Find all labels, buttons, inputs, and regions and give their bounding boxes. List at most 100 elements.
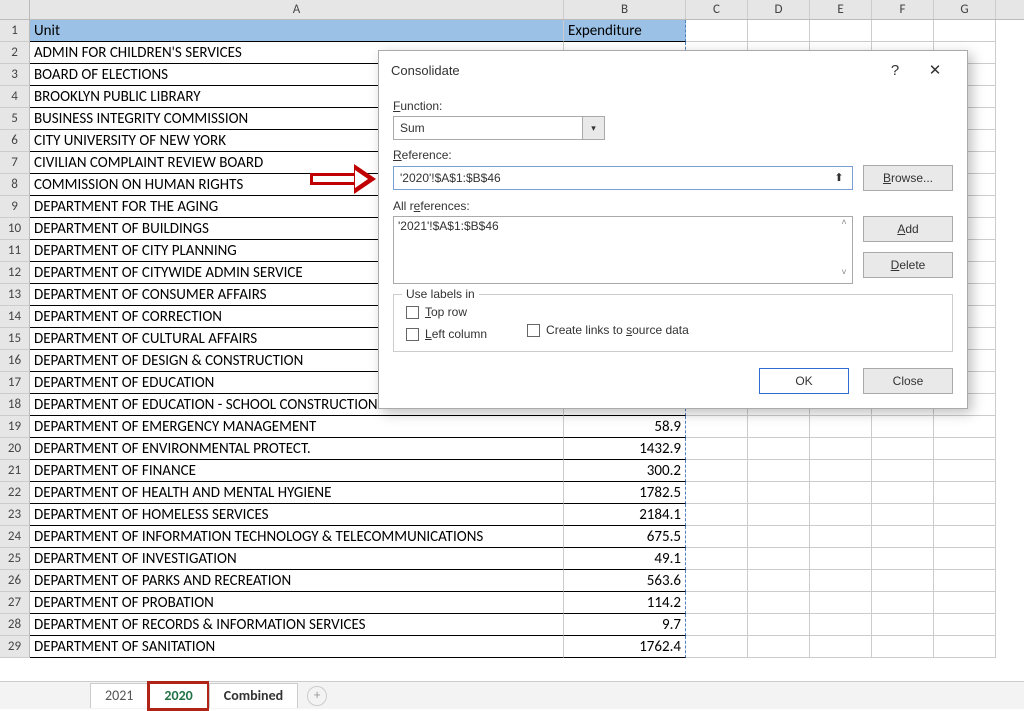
cell-empty[interactable]: [810, 482, 872, 504]
cell-empty[interactable]: [810, 438, 872, 460]
row-header[interactable]: 6: [0, 130, 30, 152]
reference-input[interactable]: '2020'!$A$1:$B$46 ⬆: [393, 166, 853, 190]
cell-empty[interactable]: [872, 504, 934, 526]
cell-expenditure[interactable]: 300.2: [564, 460, 686, 482]
cell-unit[interactable]: DEPARTMENT OF ENVIRONMENTAL PROTECT.: [30, 438, 564, 460]
cell-empty[interactable]: [686, 20, 748, 42]
cell-expenditure[interactable]: 1762.4: [564, 636, 686, 658]
collapse-dialog-icon[interactable]: ⬆: [832, 171, 846, 185]
row-header[interactable]: 10: [0, 218, 30, 240]
cell-empty[interactable]: [810, 636, 872, 658]
cell-empty[interactable]: [872, 526, 934, 548]
function-dropdown-button[interactable]: ▾: [583, 116, 605, 140]
cell-empty[interactable]: [748, 438, 810, 460]
cell-expenditure[interactable]: 2184.1: [564, 504, 686, 526]
cell-empty[interactable]: [872, 438, 934, 460]
column-header-g[interactable]: G: [934, 0, 996, 19]
cell-empty[interactable]: [748, 570, 810, 592]
row-header[interactable]: 9: [0, 196, 30, 218]
cell-empty[interactable]: [934, 416, 996, 438]
cell-expenditure[interactable]: 563.6: [564, 570, 686, 592]
cell-unit[interactable]: DEPARTMENT OF RECORDS & INFORMATION SERV…: [30, 614, 564, 636]
add-button[interactable]: Add: [863, 216, 953, 242]
sheet-tab-2021[interactable]: 2021: [90, 683, 148, 708]
reference-item[interactable]: '2021'!$A$1:$B$46: [398, 219, 848, 233]
cell-empty[interactable]: [686, 570, 748, 592]
scroll-up-icon[interactable]: ˄: [836, 217, 852, 233]
cell-empty[interactable]: [748, 460, 810, 482]
cell-empty[interactable]: [686, 460, 748, 482]
cell-empty[interactable]: [810, 460, 872, 482]
row-header[interactable]: 16: [0, 350, 30, 372]
new-sheet-button[interactable]: +: [307, 686, 327, 706]
cell-unit[interactable]: DEPARTMENT OF INVESTIGATION: [30, 548, 564, 570]
cell-unit[interactable]: DEPARTMENT OF HOMELESS SERVICES: [30, 504, 564, 526]
row-header[interactable]: 5: [0, 108, 30, 130]
cell-empty[interactable]: [686, 614, 748, 636]
column-header-e[interactable]: E: [810, 0, 872, 19]
row-header[interactable]: 19: [0, 416, 30, 438]
cell-empty[interactable]: [934, 570, 996, 592]
cell-empty[interactable]: [872, 416, 934, 438]
cell-expenditure[interactable]: 1782.5: [564, 482, 686, 504]
cell-empty[interactable]: [934, 460, 996, 482]
sheet-tab-2020[interactable]: 2020: [150, 684, 206, 708]
cell-empty[interactable]: [934, 636, 996, 658]
cell-expenditure[interactable]: 675.5: [564, 526, 686, 548]
cell-empty[interactable]: [748, 526, 810, 548]
scroll-down-icon[interactable]: ˅: [836, 267, 852, 283]
cell-unit[interactable]: DEPARTMENT OF PROBATION: [30, 592, 564, 614]
row-header[interactable]: 8: [0, 174, 30, 196]
cell-empty[interactable]: [748, 614, 810, 636]
cell-unit[interactable]: DEPARTMENT OF PARKS AND RECREATION: [30, 570, 564, 592]
cell-empty[interactable]: [686, 482, 748, 504]
cell-empty[interactable]: [748, 482, 810, 504]
column-header-c[interactable]: C: [686, 0, 748, 19]
row-header[interactable]: 22: [0, 482, 30, 504]
row-header[interactable]: 3: [0, 64, 30, 86]
row-header[interactable]: 20: [0, 438, 30, 460]
cell-empty[interactable]: [934, 614, 996, 636]
cell-empty[interactable]: [872, 482, 934, 504]
row-header[interactable]: 27: [0, 592, 30, 614]
cell-empty[interactable]: [748, 416, 810, 438]
row-header[interactable]: 13: [0, 284, 30, 306]
row-header[interactable]: 14: [0, 306, 30, 328]
row-header[interactable]: 21: [0, 460, 30, 482]
cell-empty[interactable]: [686, 548, 748, 570]
column-header-f[interactable]: F: [872, 0, 934, 19]
cell-empty[interactable]: [810, 614, 872, 636]
row-header[interactable]: 23: [0, 504, 30, 526]
cell-empty[interactable]: [934, 592, 996, 614]
cell-expenditure[interactable]: 49.1: [564, 548, 686, 570]
row-header[interactable]: 15: [0, 328, 30, 350]
cell-expenditure[interactable]: 58.9: [564, 416, 686, 438]
browse-button[interactable]: Browse...: [863, 165, 953, 191]
row-header[interactable]: 11: [0, 240, 30, 262]
left-column-checkbox[interactable]: Left column: [406, 327, 487, 341]
cell-unit[interactable]: DEPARTMENT OF FINANCE: [30, 460, 564, 482]
create-links-checkbox[interactable]: Create links to source data: [527, 323, 689, 337]
close-button[interactable]: Close: [863, 368, 953, 394]
cell-empty[interactable]: [872, 570, 934, 592]
row-header[interactable]: 24: [0, 526, 30, 548]
cell-empty[interactable]: [872, 636, 934, 658]
cell-empty[interactable]: [748, 592, 810, 614]
cell-unit[interactable]: DEPARTMENT OF EMERGENCY MANAGEMENT: [30, 416, 564, 438]
cell-empty[interactable]: [748, 20, 810, 42]
row-header[interactable]: 2: [0, 42, 30, 64]
cell-expenditure[interactable]: 114.2: [564, 592, 686, 614]
sheet-tab-combined[interactable]: Combined: [209, 683, 298, 708]
cell-empty[interactable]: [810, 570, 872, 592]
cell-empty[interactable]: [934, 438, 996, 460]
row-header[interactable]: 17: [0, 372, 30, 394]
cell-unit[interactable]: DEPARTMENT OF INFORMATION TECHNOLOGY & T…: [30, 526, 564, 548]
cell-empty[interactable]: [934, 504, 996, 526]
cell-empty[interactable]: [748, 548, 810, 570]
cell-expenditure[interactable]: 9.7: [564, 614, 686, 636]
row-header[interactable]: 29: [0, 636, 30, 658]
cell-empty[interactable]: [748, 504, 810, 526]
function-select[interactable]: Sum: [393, 116, 583, 140]
cell-empty[interactable]: [872, 614, 934, 636]
cell-unit[interactable]: DEPARTMENT OF SANITATION: [30, 636, 564, 658]
